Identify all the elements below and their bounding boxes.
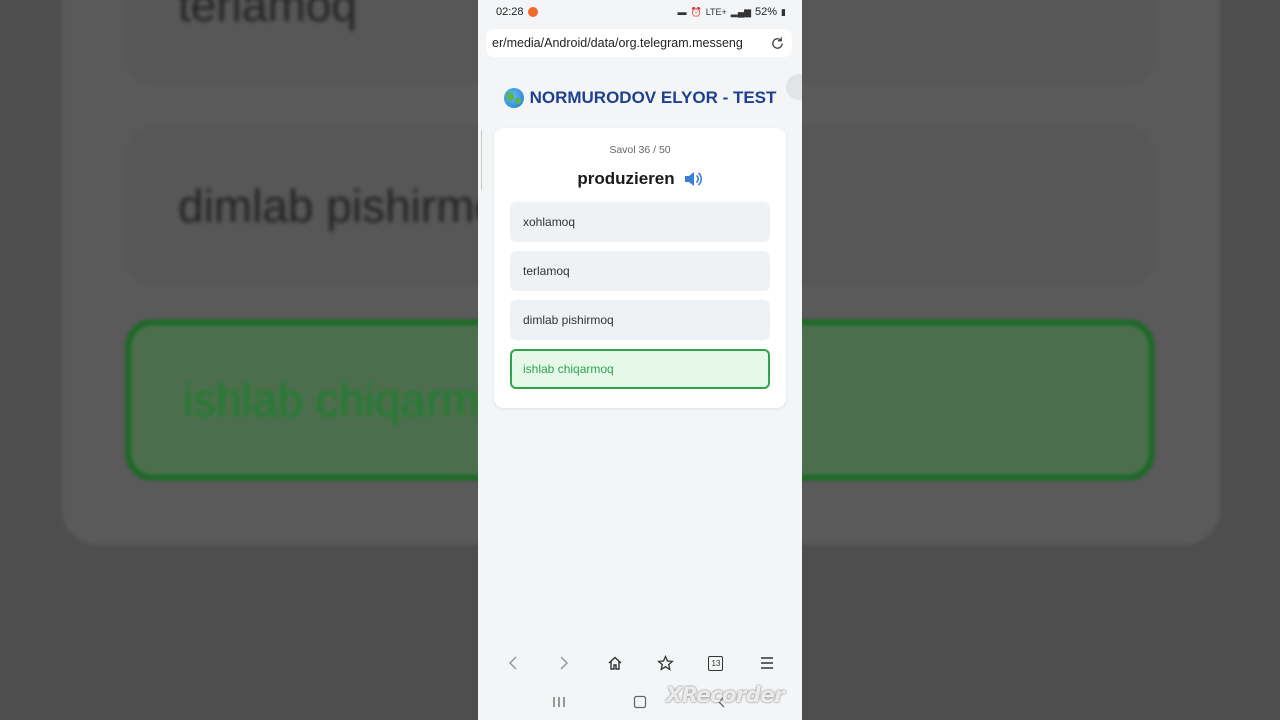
question: produzieren — [494, 169, 786, 189]
edge-divider — [478, 130, 482, 190]
bookmark-icon[interactable] — [653, 651, 677, 675]
home-icon[interactable] — [603, 651, 627, 675]
sleep-icon: ▬ — [677, 7, 687, 17]
status-time: 02:28 — [496, 6, 524, 18]
url-bar[interactable]: er/media/Android/data/org.telegram.messe… — [486, 29, 792, 57]
battery-icon: ▮ — [781, 6, 786, 17]
back-icon[interactable] — [501, 651, 525, 675]
answer-option[interactable]: terlamoq — [510, 251, 770, 291]
status-bar: 02:28 ▬ ⏰ LTE+ ▂▄▆ 52% ▮ — [478, 0, 802, 24]
page-title: NORMURODOV ELYOR - TEST — [478, 88, 802, 108]
browser-nav-bar: 13 — [478, 645, 802, 681]
network-label: LTE+ — [705, 7, 727, 17]
notification-icon — [527, 7, 538, 17]
battery-level: 52% — [755, 6, 778, 18]
globe-icon — [503, 88, 524, 108]
quiz-card: Savol 36 / 50 produzieren xohlamoq terla… — [494, 128, 786, 408]
tabs-icon[interactable]: 13 — [704, 651, 728, 675]
question-counter: Savol 36 / 50 — [609, 144, 671, 156]
question-word: produzieren — [577, 169, 675, 188]
answer-option[interactable]: xohlamoq — [510, 202, 770, 242]
answer-option-correct[interactable]: ishlab chiqarmoq — [510, 349, 770, 389]
home-button-icon[interactable] — [628, 692, 652, 712]
answer-option[interactable]: dimlab pishirmoq — [510, 300, 770, 340]
alarm-icon: ⏰ — [690, 6, 702, 17]
reload-icon[interactable] — [768, 34, 786, 52]
page-title-text: NORMURODOV ELYOR - TEST — [529, 88, 777, 107]
signal-icon: ▂▄▆ — [730, 6, 752, 17]
recents-icon[interactable] — [547, 692, 571, 712]
url-text[interactable]: er/media/Android/data/org.telegram.messe… — [492, 36, 768, 50]
recorder-watermark: XRecorder — [666, 683, 784, 707]
phone-screen: 02:28 ▬ ⏰ LTE+ ▂▄▆ 52% ▮ er/media/Androi… — [478, 0, 802, 720]
menu-icon[interactable] — [755, 651, 779, 675]
forward-icon[interactable] — [552, 651, 576, 675]
tab-count: 13 — [708, 655, 724, 671]
speaker-icon[interactable] — [683, 170, 703, 188]
